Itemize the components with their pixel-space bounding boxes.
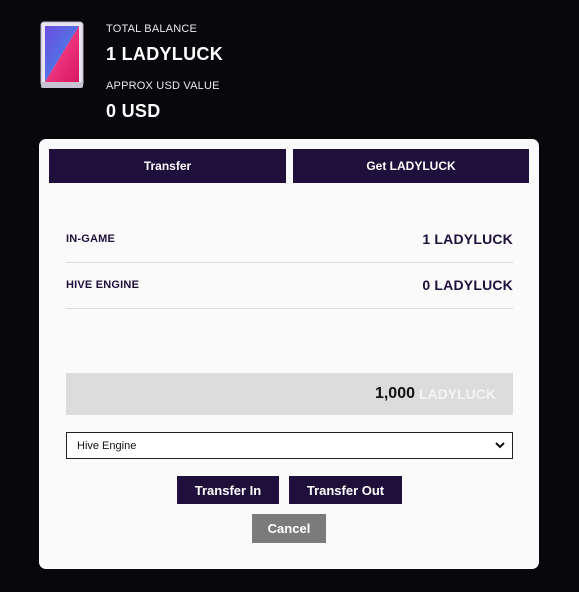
playing-card-icon <box>40 21 84 88</box>
amount-value: 1,000 <box>374 385 415 402</box>
total-balance-value: 1 LADYLUCK <box>106 44 224 64</box>
hive-engine-balance-row: HIVE ENGINE 0 LADYLUCK <box>66 261 513 309</box>
destination-select-value: Hive Engine <box>77 439 137 452</box>
transfer-in-button[interactable]: Transfer In <box>177 476 279 504</box>
in-game-value: 1 LADYLUCK <box>422 231 513 247</box>
in-game-balance-row: IN-GAME 1 LADYLUCK <box>66 215 513 263</box>
hive-engine-label: HIVE ENGINE <box>66 279 140 291</box>
transfer-out-button[interactable]: Transfer Out <box>289 476 402 504</box>
amount-unit: LADYLUCK <box>419 386 496 402</box>
destination-select[interactable]: Hive Engine <box>66 432 513 459</box>
tab-get-ladyluck[interactable]: Get LADYLUCK <box>293 149 529 183</box>
balance-header: TOTAL BALANCE 1 LADYLUCK APPROX USD VALU… <box>0 0 579 139</box>
total-balance-label: TOTAL BALANCE <box>106 23 198 35</box>
usd-value-label: APPROX USD VALUE <box>106 80 220 92</box>
chevron-down-icon <box>495 442 505 449</box>
hive-engine-value: 0 LADYLUCK <box>422 277 513 293</box>
usd-value: 0 USD <box>106 101 161 121</box>
wallet-page: TOTAL BALANCE 1 LADYLUCK APPROX USD VALU… <box>0 0 579 592</box>
in-game-label: IN-GAME <box>66 233 116 245</box>
transfer-panel: Transfer Get LADYLUCK IN-GAME 1 LADYLUCK… <box>39 139 539 569</box>
amount-input[interactable]: 1,000 LADYLUCK <box>66 373 513 415</box>
cancel-button[interactable]: Cancel <box>252 514 326 543</box>
tab-transfer[interactable]: Transfer <box>49 149 286 183</box>
